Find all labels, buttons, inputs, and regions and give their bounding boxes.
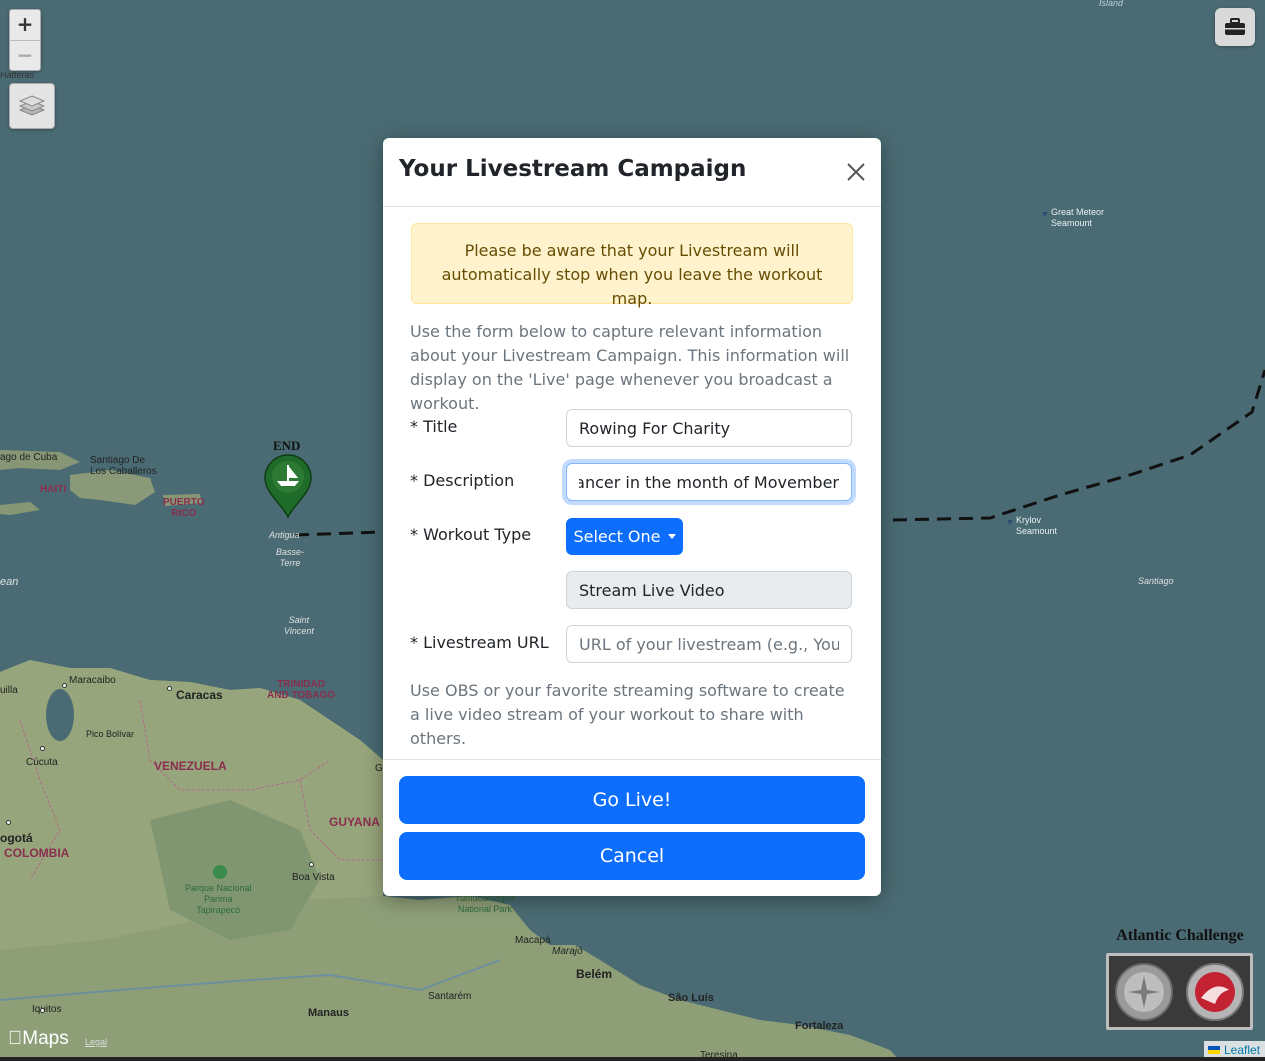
map-label-hatteras: Hatteras <box>0 70 35 80</box>
bottom-bar <box>0 1057 1265 1061</box>
map-label-venezuela: VENEZUELA <box>154 759 227 773</box>
map-label-island: Island <box>1099 0 1124 8</box>
maps-brand-label: Maps <box>8 1028 68 1049</box>
map-label-boa-vista: Boa Vista <box>292 872 335 883</box>
title-label: * Title <box>410 417 458 436</box>
workout-type-label: * Workout Type <box>410 525 532 544</box>
modal-title: Your Livestream Campaign <box>399 156 747 182</box>
map-label-marajo: Marajó <box>552 946 583 957</box>
map-label-santiago-caballeros: Santiago De Los Caballeros <box>90 455 157 477</box>
stream-type-field <box>566 571 852 609</box>
map-label-colombia: COLOMBIA <box>4 846 70 860</box>
map-label-santiago-sea: Santiago <box>1138 576 1174 586</box>
map-label-great-meteor: Great Meteor Seamount <box>1051 207 1105 228</box>
toolbox-button[interactable] <box>1215 8 1255 46</box>
city-dot <box>309 862 314 867</box>
silver-medal-icon <box>1115 962 1174 1021</box>
description-input[interactable] <box>566 463 852 501</box>
warning-alert: Please be aware that your Livestream wil… <box>411 223 853 308</box>
layers-button[interactable] <box>9 83 55 129</box>
leaflet-attribution[interactable]: Leaflet <box>1204 1041 1265 1058</box>
close-button[interactable] <box>845 161 867 183</box>
map-label-belem: Belém <box>576 967 613 981</box>
flag-icon <box>1208 1045 1220 1054</box>
map-label-santiago-cuba: ago de Cuba <box>0 452 58 463</box>
map-label-caracas: Caracas <box>176 688 223 702</box>
apple-maps-logo: Maps <box>8 1028 69 1050</box>
end-marker-pin[interactable] <box>263 453 313 519</box>
zoom-in-button[interactable]: + <box>10 10 40 40</box>
close-icon <box>847 163 865 181</box>
toolbox-icon <box>1225 18 1245 35</box>
map-label-basse-terre: Basse- Terre <box>276 547 305 568</box>
modal-header: Your Livestream Campaign <box>383 138 881 207</box>
map-label-g: G <box>375 763 383 774</box>
zoom-out-button[interactable]: − <box>10 40 40 70</box>
livestream-campaign-modal: Your Livestream Campaign Please be aware… <box>383 138 881 896</box>
red-medal-icon <box>1185 962 1244 1021</box>
help-text: Use OBS or your favorite streaming softw… <box>410 681 845 748</box>
map-label-trinidad: TRINIDAD AND TOBAGO <box>267 679 336 701</box>
map-label-saint-vincent: Saint Vincent <box>284 615 314 636</box>
challenge-title: Atlantic Challenge <box>1116 927 1244 944</box>
cancel-button[interactable]: Cancel <box>399 832 865 880</box>
map-label-haiti: HAITI <box>40 484 67 495</box>
map-label-santarem: Santarém <box>428 991 472 1002</box>
map-label-macapa: Macapá <box>515 935 551 946</box>
map-label-iquitos: Iquitos <box>32 1004 62 1015</box>
map-label-parque-parima: Parque Nacional Parima Tapirapecó <box>185 883 252 915</box>
map-label-sao-luis: São Luís <box>668 992 714 1004</box>
layers-icon <box>18 95 46 116</box>
livestream-url-label: * Livestream URL <box>410 633 549 652</box>
map-label-bogota: ogotá <box>0 831 33 845</box>
title-input[interactable] <box>566 409 852 447</box>
map-label-pico-bolivar: Pico Bolívar <box>86 729 135 739</box>
map-label-fortaleza: Fortaleza <box>795 1020 844 1032</box>
map-label-tumucumaque: Tumucumaque National Park <box>455 893 515 914</box>
legal-link[interactable]: Legal <box>85 1037 107 1047</box>
chevron-down-icon <box>667 534 676 539</box>
description-label: * Description <box>410 471 515 490</box>
map-label-cucuta: Cúcuta <box>26 757 58 768</box>
map-label-krylov: Krylov Seamount <box>1016 515 1058 536</box>
intro-text: Use the form below to capture relevant i… <box>410 322 850 413</box>
zoom-control: + − <box>9 9 41 71</box>
city-dot <box>40 1008 45 1013</box>
city-dot <box>6 820 11 825</box>
map-label-manaus: Manaus <box>308 1007 349 1019</box>
workout-type-dropdown-label: Select One <box>573 527 661 546</box>
map-label-ocean: ean <box>0 576 19 588</box>
city-dot <box>40 746 45 751</box>
end-marker-label: END <box>273 438 301 453</box>
map-label-guyana: GUYANA <box>329 815 380 829</box>
map-label-antigua: Antigua <box>269 530 300 540</box>
map-label-maracaibo: Maracaibo <box>69 675 116 686</box>
modal-footer: Go Live! Cancel <box>383 759 881 896</box>
map-label-uilla: uilla <box>0 685 18 696</box>
challenge-medals[interactable] <box>1106 953 1253 1030</box>
go-live-button[interactable]: Go Live! <box>399 776 865 824</box>
map-label-puerto-rico: PUERTO RICO <box>163 497 205 519</box>
city-dot <box>167 686 172 691</box>
livestream-url-input[interactable] <box>566 625 852 663</box>
city-dot <box>62 683 67 688</box>
workout-type-dropdown[interactable]: Select One <box>566 518 683 555</box>
leaflet-link[interactable]: Leaflet <box>1224 1043 1260 1057</box>
